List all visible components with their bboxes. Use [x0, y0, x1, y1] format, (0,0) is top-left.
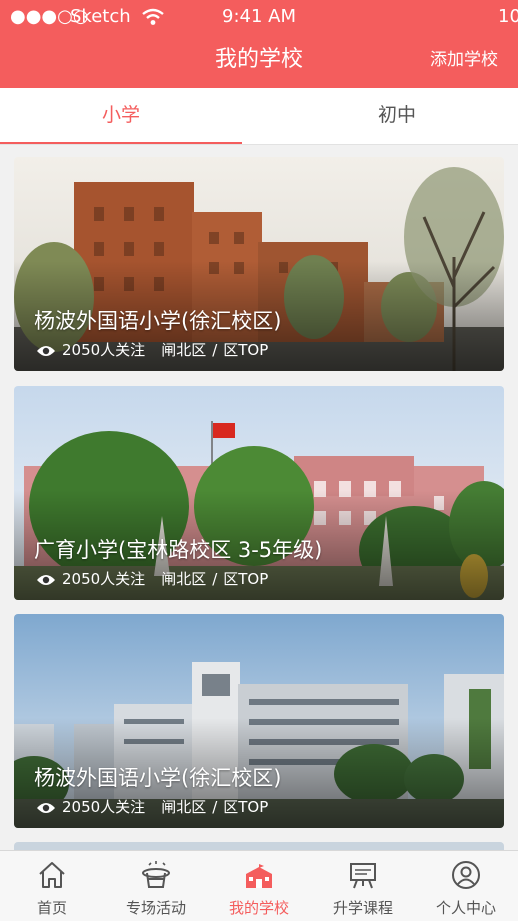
meta-separator: /	[212, 798, 218, 816]
school-meta: 2050人关注 闸北区 / 区TOP	[36, 796, 268, 818]
school-name: 杨波外国语小学(徐汇校区)	[34, 309, 282, 333]
app-header: ●●●○○ Sketch 9:41 AM 10 我的学校 添加学校	[0, 0, 518, 88]
tab-primary-school[interactable]: 小学	[0, 88, 242, 144]
eye-icon	[37, 802, 55, 813]
tabbar-item-events[interactable]: 专场活动	[104, 851, 208, 921]
home-icon	[39, 862, 65, 888]
rank-label: 区TOP	[223, 798, 269, 816]
tabbar-label: 个人中心	[435, 899, 496, 917]
meta-separator: /	[212, 570, 218, 588]
meta-separator: /	[212, 341, 218, 359]
eye-icon	[37, 574, 55, 585]
school-name: 广育小学(宝林路校区 3-5年级)	[34, 538, 323, 562]
add-school-button[interactable]: 添加学校	[430, 40, 498, 80]
school-meta: 2050人关注 闸北区 / 区TOP	[36, 339, 268, 361]
school-card[interactable]: 杨波外国语小学(徐汇校区) 2050人关注 闸北区 / 区TOP	[14, 614, 504, 828]
district-label: 闸北区	[161, 570, 207, 588]
followers-count: 2050人关注	[62, 341, 146, 359]
magic-hat-icon	[142, 861, 170, 888]
school-card[interactable]: 广育小学(宝林路校区 3-5年级) 2050人关注 闸北区 / 区TOP	[14, 386, 504, 600]
tabbar-label: 首页	[36, 899, 67, 917]
bottom-tab-bar: 首页 专场活动 我的学校 升学课程 个人中心	[0, 850, 518, 921]
district-label: 闸北区	[161, 798, 207, 816]
rank-label: 区TOP	[223, 341, 269, 359]
school-name: 杨波外国语小学(徐汇校区)	[34, 766, 282, 790]
school-card[interactable]: 杨波外国语小学(徐汇校区) 2050人关注 闸北区 / 区TOP	[14, 157, 504, 371]
tabbar-item-my-school[interactable]: 我的学校	[207, 851, 311, 921]
rank-label: 区TOP	[223, 570, 269, 588]
status-time: 9:41 AM	[222, 6, 296, 27]
eye-icon	[37, 345, 55, 356]
followers-count: 2050人关注	[62, 798, 146, 816]
followers-count: 2050人关注	[62, 570, 146, 588]
tabbar-item-home[interactable]: 首页	[0, 851, 104, 921]
school-icon	[246, 862, 272, 888]
tabbar-label: 升学课程	[332, 899, 393, 917]
battery-level: 10	[498, 6, 518, 27]
tabbar-item-courses[interactable]: 升学课程	[311, 851, 415, 921]
school-meta: 2050人关注 闸北区 / 区TOP	[36, 568, 268, 590]
user-icon	[452, 861, 480, 889]
tabbar-label: 专场活动	[125, 899, 186, 917]
tab-middle-school[interactable]: 初中	[276, 88, 518, 144]
tabbar-item-profile[interactable]: 个人中心	[414, 851, 518, 921]
tabbar-label: 我的学校	[228, 899, 289, 917]
district-label: 闸北区	[161, 341, 207, 359]
easel-icon	[350, 863, 376, 889]
status-bar: ●●●○○ Sketch 9:41 AM 10	[0, 0, 518, 34]
school-level-tabs: 小学 初中	[0, 88, 518, 145]
